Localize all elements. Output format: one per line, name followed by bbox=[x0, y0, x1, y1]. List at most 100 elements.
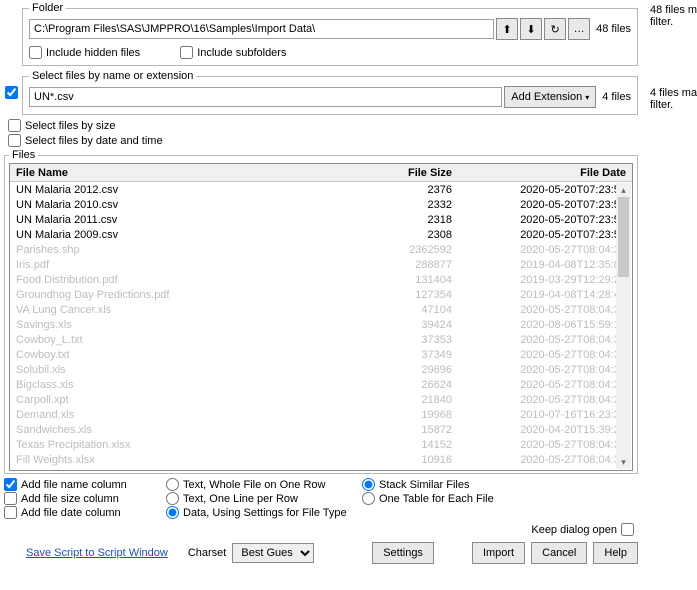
cell-name: UN Malaria 2010.csv bbox=[10, 199, 372, 211]
cancel-button[interactable]: Cancel bbox=[531, 542, 587, 564]
cell-name: UN Malaria 2012.csv bbox=[10, 184, 372, 196]
cell-date: 2020-08-06T15:59:18 bbox=[458, 319, 632, 331]
radio-stack[interactable]: Stack Similar Files bbox=[362, 478, 537, 491]
col-header-name[interactable]: File Name bbox=[10, 167, 372, 179]
cell-name: Call_DLL_Functions_64bit.dll bbox=[10, 469, 372, 471]
filter-legend: Select files by name or extension bbox=[29, 70, 196, 82]
cell-size: 15872 bbox=[372, 424, 458, 436]
table-row[interactable]: Solubil.xls296962020-05-27T08:04:30 bbox=[10, 362, 632, 377]
filter-enable-checkbox[interactable] bbox=[5, 86, 18, 99]
table-row[interactable]: Fill Weights.xlsx109162020-05-27T08:04:3… bbox=[10, 452, 632, 467]
scroll-thumb[interactable] bbox=[618, 197, 629, 277]
cell-date: 2020-05-27T08:04:30 bbox=[458, 304, 632, 316]
table-row[interactable]: Texas Precipitation.xlsx141522020-05-27T… bbox=[10, 437, 632, 452]
table-row[interactable]: Demand.xls199682010-07-16T16:23:36 bbox=[10, 407, 632, 422]
table-scrollbar[interactable]: ▴ ▾ bbox=[616, 183, 631, 469]
table-row[interactable]: Parishes.shp23625922020-05-27T08:04:30 bbox=[10, 242, 632, 257]
add-file-date-checkbox[interactable]: Add file date column bbox=[4, 506, 162, 519]
table-row[interactable]: Bigclass.xls266242020-05-27T08:04:30 bbox=[10, 377, 632, 392]
cell-name: Solubil.xls bbox=[10, 364, 372, 376]
cell-size: 2332 bbox=[372, 199, 458, 211]
cell-date: 2019-04-08T14:28:42 bbox=[458, 289, 632, 301]
table-row[interactable]: Savings.xls394242020-08-06T15:59:18 bbox=[10, 317, 632, 332]
cell-date: 2010-07-16T16:23:36 bbox=[458, 409, 632, 421]
cell-size: 2362592 bbox=[372, 244, 458, 256]
help-button[interactable]: Help bbox=[593, 542, 638, 564]
cell-date: 2020-05-27T08:04:30 bbox=[458, 439, 632, 451]
cell-name: Cowboy_L.txt bbox=[10, 334, 372, 346]
cell-size: 29696 bbox=[372, 364, 458, 376]
col-header-size[interactable]: File Size bbox=[372, 167, 458, 179]
cell-date: 2020-05-27T08:04:30 bbox=[458, 334, 632, 346]
select-by-date-checkbox[interactable]: Select files by date and time bbox=[8, 134, 638, 147]
cell-date: 2020-05-27T08:04:30 bbox=[458, 349, 632, 361]
radio-text-line[interactable]: Text, One Line per Row bbox=[166, 492, 358, 505]
col-header-date[interactable]: File Date bbox=[458, 167, 632, 179]
files-table: File Name File Size File Date UN Malaria… bbox=[9, 163, 633, 471]
folder-refresh-button[interactable]: ↻ bbox=[544, 18, 566, 40]
charset-combo[interactable]: Best Guess bbox=[232, 543, 314, 563]
scroll-up-icon[interactable]: ▴ bbox=[616, 183, 631, 197]
save-script-link[interactable]: Save Script to Script Window bbox=[26, 547, 168, 559]
folder-path-input[interactable] bbox=[29, 19, 494, 39]
cell-size: 47104 bbox=[372, 304, 458, 316]
table-row[interactable]: UN Malaria 2011.csv23182020-05-20T07:23:… bbox=[10, 212, 632, 227]
include-subfolders-checkbox[interactable]: Include subfolders bbox=[180, 46, 286, 59]
folder-browse-button[interactable]: … bbox=[568, 18, 590, 40]
cell-name: Parishes.shp bbox=[10, 244, 372, 256]
table-row[interactable]: Iris.pdf2888772019-04-08T12:35:04 bbox=[10, 257, 632, 272]
table-row[interactable]: Carpoll.xpt218402020-05-27T08:04:30 bbox=[10, 392, 632, 407]
callout-48: 48 files match this filter. bbox=[650, 4, 697, 28]
cell-name: Iris.pdf bbox=[10, 259, 372, 271]
keep-dialog-checkbox[interactable]: Keep dialog open bbox=[531, 523, 634, 536]
cell-name: Groundhog Day Predictions.pdf bbox=[10, 289, 372, 301]
cell-name: Bigclass.xls bbox=[10, 379, 372, 391]
cell-date: 2020-05-20T07:23:50 bbox=[458, 199, 632, 211]
add-file-name-checkbox[interactable]: Add file name column bbox=[4, 478, 162, 491]
cell-name: VA Lung Cancer.xls bbox=[10, 304, 372, 316]
cell-name: Sandwiches.xls bbox=[10, 424, 372, 436]
table-row[interactable]: Sandwiches.xls158722020-04-20T15:39:26 bbox=[10, 422, 632, 437]
files-legend: Files bbox=[9, 149, 38, 161]
cell-date: 2020-05-20T07:23:50 bbox=[458, 214, 632, 226]
scroll-down-icon[interactable]: ▾ bbox=[616, 455, 631, 469]
cell-date: 2019-04-08T12:35:04 bbox=[458, 259, 632, 271]
chevron-down-icon: ▾ bbox=[585, 93, 589, 102]
table-row[interactable]: Cowboy.txt373492020-05-27T08:04:30 bbox=[10, 347, 632, 362]
radio-text-whole[interactable]: Text, Whole File on One Row bbox=[166, 478, 358, 491]
cell-size: 39424 bbox=[372, 319, 458, 331]
cell-size: 131404 bbox=[372, 274, 458, 286]
add-extension-button[interactable]: Add Extension▾ bbox=[504, 86, 596, 108]
add-file-size-checkbox[interactable]: Add file size column bbox=[4, 492, 162, 505]
table-row[interactable]: UN Malaria 2010.csv23322020-05-20T07:23:… bbox=[10, 197, 632, 212]
radio-data-settings[interactable]: Data, Using Settings for File Type bbox=[166, 506, 358, 519]
cell-date: 2020-05-27T08:04:30 bbox=[458, 379, 632, 391]
cell-size: 288877 bbox=[372, 259, 458, 271]
cell-name: Cowboy.txt bbox=[10, 349, 372, 361]
table-row[interactable]: Cowboy_L.txt373532020-05-27T08:04:30 bbox=[10, 332, 632, 347]
folder-down-button[interactable]: ⬇ bbox=[520, 18, 542, 40]
cell-size: 14152 bbox=[372, 439, 458, 451]
table-row[interactable]: Food Distribution.pdf1314042019-03-29T12… bbox=[10, 272, 632, 287]
include-hidden-checkbox[interactable]: Include hidden files bbox=[29, 46, 140, 59]
table-row[interactable]: UN Malaria 2009.csv23082020-05-20T07:23:… bbox=[10, 227, 632, 242]
settings-button[interactable]: Settings bbox=[372, 542, 434, 564]
radio-one-table[interactable]: One Table for Each File bbox=[362, 492, 537, 505]
cell-name: UN Malaria 2011.csv bbox=[10, 214, 372, 226]
table-row[interactable]: Groundhog Day Predictions.pdf1273542019-… bbox=[10, 287, 632, 302]
select-by-size-checkbox[interactable]: Select files by size bbox=[8, 119, 638, 132]
cell-name: UN Malaria 2009.csv bbox=[10, 229, 372, 241]
cell-size: 2308 bbox=[372, 229, 458, 241]
table-row[interactable]: Call_DLL_Functions_64bit.dll97282013-05-… bbox=[10, 467, 632, 470]
cell-name: Savings.xls bbox=[10, 319, 372, 331]
folder-count: 48 files bbox=[596, 23, 631, 35]
cell-date: 2020-05-27T08:04:30 bbox=[458, 364, 632, 376]
cell-date: 2020-05-20T07:23:50 bbox=[458, 184, 632, 196]
filter-pattern-input[interactable] bbox=[29, 87, 502, 107]
table-row[interactable]: VA Lung Cancer.xls471042020-05-27T08:04:… bbox=[10, 302, 632, 317]
import-button[interactable]: Import bbox=[472, 542, 525, 564]
table-row[interactable]: UN Malaria 2012.csv23762020-05-20T07:23:… bbox=[10, 182, 632, 197]
cell-size: 127354 bbox=[372, 289, 458, 301]
cell-size: 10916 bbox=[372, 454, 458, 466]
folder-up-button[interactable]: ⬆ bbox=[496, 18, 518, 40]
